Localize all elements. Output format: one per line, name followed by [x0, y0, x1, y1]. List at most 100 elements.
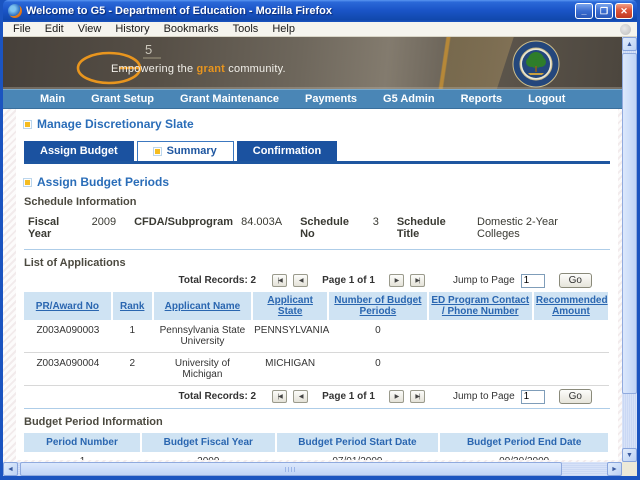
page-content: Manage Discretionary Slate Assign Budget… [16, 109, 618, 460]
cell-rank: 2 [112, 353, 153, 386]
table-row: 1200907/01/200909/30/2009 [24, 452, 609, 460]
applications-pager-top: Total Records: 2|◀◀Page 1 of 1▶▶|Jump to… [24, 273, 592, 288]
jump-to-page-input[interactable] [521, 390, 545, 404]
bp-column-header-budget-period-start-date: Budget Period Start Date [276, 433, 440, 452]
scroll-up-button[interactable]: ▲ [622, 37, 637, 51]
horizontal-scrollbar[interactable]: ◄ ► [3, 462, 622, 476]
divider [24, 408, 610, 409]
schedule-field-label-cfda-subprogram: CFDA/Subprogram [134, 216, 233, 228]
first-page-button[interactable]: |◀ [272, 274, 287, 287]
jump-to-page-input[interactable] [521, 274, 545, 288]
tab-confirmation[interactable]: Confirmation [237, 141, 337, 161]
scroll-down-button[interactable]: ▼ [622, 448, 637, 462]
applications-pager-bottom: Total Records: 2|◀◀Page 1 of 1▶▶|Jump to… [24, 389, 592, 404]
previous-page-button[interactable]: ◀ [293, 390, 308, 403]
cell-applicant-name: Pennsylvania State University [153, 320, 252, 353]
window-title: Welcome to G5 - Department of Education … [26, 5, 575, 17]
cell-applicant-state: PENNSYLVANIA [252, 320, 328, 353]
nav-item-grant-maintenance[interactable]: Grant Maintenance [167, 93, 292, 105]
next-page-button[interactable]: ▶ [389, 390, 404, 403]
close-button[interactable]: ✕ [615, 3, 633, 19]
menu-history[interactable]: History [109, 23, 155, 35]
cell-budget-fiscal-year: 2009 [141, 452, 276, 460]
previous-page-button[interactable]: ◀ [293, 274, 308, 287]
column-header-applicant-name[interactable]: Applicant Name [153, 292, 252, 320]
cell-ed-program-contact-phone-number [428, 353, 533, 386]
browser-viewport: 5 Empowering the grant community. [3, 37, 637, 476]
tab-assign-budget[interactable]: Assign Budget [24, 141, 134, 161]
title-bar[interactable]: Welcome to G5 - Department of Education … [3, 0, 637, 22]
nav-item-logout[interactable]: Logout [515, 93, 578, 105]
column-header-rank[interactable]: Rank [112, 292, 153, 320]
table-row: Z003A0900042University of MichiganMICHIG… [24, 353, 609, 386]
last-page-button[interactable]: ▶| [410, 274, 425, 287]
menu-bookmarks[interactable]: Bookmarks [158, 23, 225, 35]
applications-table: PR/Award NoRankApplicant NameApplicant S… [24, 292, 610, 386]
bullet-square-icon [24, 179, 31, 186]
divider [24, 249, 610, 250]
horizontal-scroll-thumb[interactable] [20, 462, 562, 476]
bullet-square-icon [24, 121, 31, 128]
column-header-ed-program-contact-phone-number[interactable]: ED Program Contact / Phone Number [428, 292, 533, 320]
nav-item-payments[interactable]: Payments [292, 93, 370, 105]
cell-period-number: 1 [24, 452, 141, 460]
nav-item-reports[interactable]: Reports [448, 93, 516, 105]
menu-tools[interactable]: Tools [227, 23, 265, 35]
cell-pr-award-no: Z003A090004 [24, 353, 112, 386]
menu-edit[interactable]: Edit [39, 23, 70, 35]
minimize-button[interactable]: _ [575, 3, 593, 19]
go-button[interactable]: Go [559, 389, 592, 404]
nav-item-grant-setup[interactable]: Grant Setup [78, 93, 167, 105]
tab-summary[interactable]: Summary [137, 141, 234, 161]
tagline-suffix: community. [225, 63, 286, 75]
banner-tagline: Empowering the grant community. [111, 63, 286, 75]
cell-pr-award-no: Z003A090003 [24, 320, 112, 353]
horizontal-scroll-track[interactable] [18, 462, 607, 476]
bp-column-header-budget-fiscal-year: Budget Fiscal Year [141, 433, 276, 452]
page-indicator: Page 1 of 1 [322, 391, 375, 402]
vertical-scroll-track[interactable] [622, 51, 637, 448]
nav-item-main[interactable]: Main [27, 93, 78, 105]
menu-help[interactable]: Help [266, 23, 301, 35]
column-header-pr-award-no[interactable]: PR/Award No [24, 292, 112, 320]
cell-number-of-budget-periods: 0 [328, 353, 427, 386]
bp-column-header-budget-period-end-date: Budget Period End Date [439, 433, 609, 452]
schedule-field-value-schedule-title: Domestic 2-Year Colleges [477, 216, 600, 240]
next-page-button[interactable]: ▶ [389, 274, 404, 287]
maximize-button[interactable]: ❐ [595, 3, 613, 19]
tab-label: Assign Budget [40, 145, 118, 157]
page-indicator: Page 1 of 1 [322, 275, 375, 286]
firefox-throbber-icon [620, 24, 631, 35]
main-nav-bar: MainGrant SetupGrant MaintenancePayments… [3, 89, 622, 109]
menu-view[interactable]: View [72, 23, 108, 35]
last-page-button[interactable]: ▶| [410, 390, 425, 403]
scrollbar-corner [622, 462, 637, 476]
table-row: Z003A0900031Pennsylvania State Universit… [24, 320, 609, 353]
browser-window: Welcome to G5 - Department of Education … [0, 0, 640, 480]
go-button[interactable]: Go [559, 273, 592, 288]
column-header-applicant-state[interactable]: Applicant State [252, 292, 328, 320]
schedule-information-label: Schedule Information [24, 196, 610, 208]
budget-period-information-label: Budget Period Information [24, 416, 610, 428]
first-page-button[interactable]: |◀ [272, 390, 287, 403]
vertical-scrollbar[interactable]: ▲ ▼ [622, 37, 637, 462]
firefox-icon [8, 4, 22, 18]
scroll-right-button[interactable]: ► [607, 462, 622, 476]
cell-recommended-amount [533, 353, 609, 386]
tagline-prefix: Empowering the [111, 63, 197, 75]
tagline-highlight: grant [197, 63, 226, 75]
menu-file[interactable]: File [7, 23, 37, 35]
page-title: Manage Discretionary Slate [37, 117, 194, 131]
column-header-recommended-amount[interactable]: Recommended Amount [533, 292, 609, 320]
scroll-left-button[interactable]: ◄ [3, 462, 18, 476]
total-records-label: Total Records: 2 [179, 275, 257, 286]
jump-to-page-label: Jump to Page [453, 391, 515, 402]
column-header-number-of-budget-periods[interactable]: Number of Budget Periods [328, 292, 427, 320]
schedule-field-label-schedule-no: Schedule No [300, 216, 365, 240]
nav-item-g5-admin[interactable]: G5 Admin [370, 93, 448, 105]
tab-label: Summary [167, 145, 217, 157]
vertical-scroll-thumb[interactable] [622, 53, 637, 394]
cell-budget-period-end-date: 09/30/2009 [439, 452, 609, 460]
schedule-field-label-schedule-title: Schedule Title [397, 216, 469, 240]
active-tab-square-icon [154, 148, 161, 155]
